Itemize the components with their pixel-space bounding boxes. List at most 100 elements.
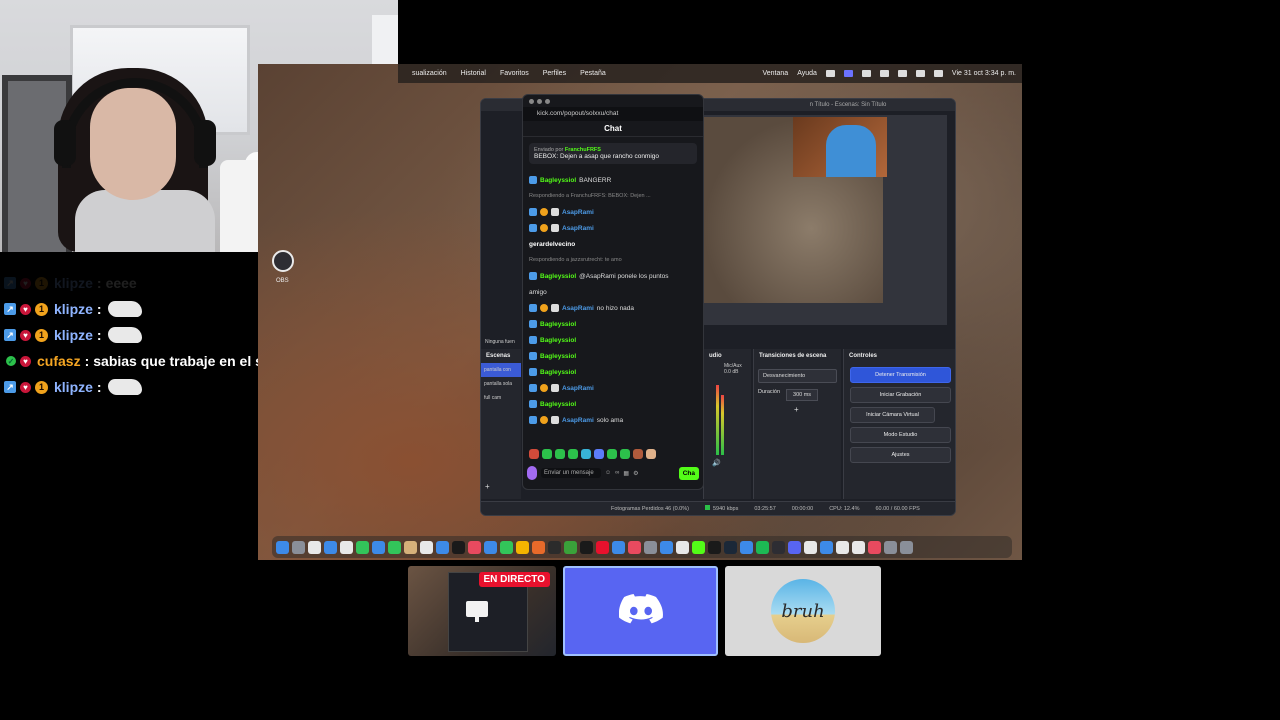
wifi-icon[interactable]: [897, 70, 907, 77]
emote-icon[interactable]: [633, 449, 643, 459]
search-icon[interactable]: [915, 70, 925, 77]
emoji-icon[interactable]: ☺: [605, 470, 611, 476]
emote-icon[interactable]: [646, 449, 656, 459]
scene-thumb-bruh[interactable]: bruh: [725, 566, 881, 656]
obs-app-icon[interactable]: [272, 250, 294, 272]
emote-icon[interactable]: [620, 449, 630, 459]
add-transition-icon[interactable]: +: [754, 405, 841, 414]
launchpad-icon[interactable]: [292, 540, 305, 554]
notes-icon[interactable]: [404, 540, 417, 554]
scene-thumb-discord[interactable]: [563, 566, 718, 656]
obs-dock-icon[interactable]: [772, 540, 785, 554]
menu-item-perfiles[interactable]: Perfiles: [543, 70, 566, 77]
app-store-icon[interactable]: [612, 540, 625, 554]
volume-icon[interactable]: 🔊: [712, 459, 721, 467]
system-settings-icon[interactable]: [644, 540, 657, 554]
control-center-icon[interactable]: [933, 70, 943, 77]
emote-icon[interactable]: [607, 449, 617, 459]
emote-icon[interactable]: [594, 449, 604, 459]
spotify-icon[interactable]: [756, 540, 769, 554]
app-icon[interactable]: [500, 540, 513, 554]
bluetooth-icon[interactable]: [861, 70, 871, 77]
steam-icon[interactable]: [724, 540, 737, 554]
studio-mode-button[interactable]: Modo Estudio: [850, 427, 951, 443]
menu-item-favoritos[interactable]: Favoritos: [500, 70, 529, 77]
kick-message: Bagleyssiol: [529, 316, 697, 332]
emote-icon[interactable]: [581, 449, 591, 459]
menubar-clock[interactable]: Vie 31 oct 3:34 p. m.: [952, 70, 1016, 77]
app-icon[interactable]: [836, 540, 849, 554]
menu-item-ayuda[interactable]: Ayuda: [797, 70, 817, 77]
music-icon[interactable]: [468, 540, 481, 554]
app-icon[interactable]: [580, 540, 593, 554]
app-icon[interactable]: [820, 540, 833, 554]
scene-item[interactable]: full cam: [481, 391, 521, 405]
chrome-icon[interactable]: [340, 540, 353, 554]
app-icon[interactable]: [548, 540, 561, 554]
app-icon[interactable]: [452, 540, 465, 554]
kick-message: AsapRami: [529, 220, 697, 236]
app-icon[interactable]: [532, 540, 545, 554]
app-icon[interactable]: [516, 540, 529, 554]
kick-icon[interactable]: [692, 540, 705, 554]
calendar-icon[interactable]: [308, 540, 321, 554]
maximize-icon[interactable]: [545, 98, 550, 104]
emote-icon[interactable]: [555, 449, 565, 459]
scene-item[interactable]: pantalla sola: [481, 377, 521, 391]
screenshot-icon[interactable]: [884, 540, 897, 554]
add-scene-icon[interactable]: +: [485, 482, 490, 491]
settings-button[interactable]: Ajustes: [850, 447, 951, 463]
app-icon[interactable]: [804, 540, 817, 554]
safari-icon[interactable]: [324, 540, 337, 554]
chat-input[interactable]: Enviar un mensaje: [541, 468, 601, 478]
app-icon[interactable]: [628, 540, 641, 554]
start-virtual-cam-button[interactable]: Iniciar Cámara Virtual: [850, 407, 935, 423]
facetime-icon[interactable]: [388, 540, 401, 554]
pinned-message[interactable]: Enviado por FranchuFRFS BEBOX: Dejen a a…: [529, 143, 697, 164]
app-icon[interactable]: [596, 540, 609, 554]
chat-send-button[interactable]: Cha: [678, 466, 699, 480]
app-icon[interactable]: [484, 540, 497, 554]
emote-icon[interactable]: [542, 449, 552, 459]
obs-preview[interactable]: [701, 115, 947, 325]
start-recording-button[interactable]: Iniciar Grabación: [850, 387, 951, 403]
discord-dock-icon[interactable]: [788, 540, 801, 554]
record-status-icon[interactable]: [825, 70, 835, 77]
app-icon[interactable]: [676, 540, 689, 554]
app-icon[interactable]: [660, 540, 673, 554]
mail-icon[interactable]: [372, 540, 385, 554]
chat-separator: :: [96, 327, 102, 343]
preview-icon[interactable]: [852, 540, 865, 554]
emote-icon[interactable]: [568, 449, 578, 459]
minimize-icon[interactable]: [537, 98, 542, 104]
screen-share-icon[interactable]: [843, 70, 853, 77]
menu-item-pestana[interactable]: Pestaña: [580, 70, 606, 77]
emote-icon[interactable]: [529, 449, 539, 459]
scene-item[interactable]: pantalla con: [481, 363, 521, 377]
duration-input[interactable]: 300 ms: [786, 389, 819, 401]
streamer-body: [75, 190, 215, 252]
points-icon[interactable]: ∞: [615, 470, 619, 476]
menu-item-ventana[interactable]: Ventana: [762, 70, 788, 77]
minecraft-icon[interactable]: [564, 540, 577, 554]
messages-icon[interactable]: [356, 540, 369, 554]
transition-select[interactable]: Desvanecimiento: [758, 369, 837, 383]
gift-icon[interactable]: ▦: [623, 470, 629, 477]
url-bar[interactable]: kick.com/popout/solxxu/chat: [523, 107, 703, 121]
microphone-icon[interactable]: [527, 466, 537, 480]
app-icon[interactable]: [740, 540, 753, 554]
reminders-icon[interactable]: [420, 540, 433, 554]
menu-item-historial[interactable]: Historial: [461, 70, 486, 77]
app-icon[interactable]: [436, 540, 449, 554]
close-icon[interactable]: [529, 98, 534, 104]
menu-item-visualizacion[interactable]: sualización: [412, 70, 447, 77]
scene-thumb-live[interactable]: EN DIRECTO: [408, 566, 556, 656]
battery-icon[interactable]: [879, 70, 889, 77]
prime-badge-icon: ↗: [4, 277, 16, 289]
finder-icon[interactable]: [276, 540, 289, 554]
app-icon[interactable]: [868, 540, 881, 554]
trash-icon[interactable]: [900, 540, 913, 554]
stop-stream-button[interactable]: Detener Transmisión: [850, 367, 951, 383]
settings-gear-icon[interactable]: ⚙: [633, 470, 638, 477]
app-icon[interactable]: [708, 540, 721, 554]
